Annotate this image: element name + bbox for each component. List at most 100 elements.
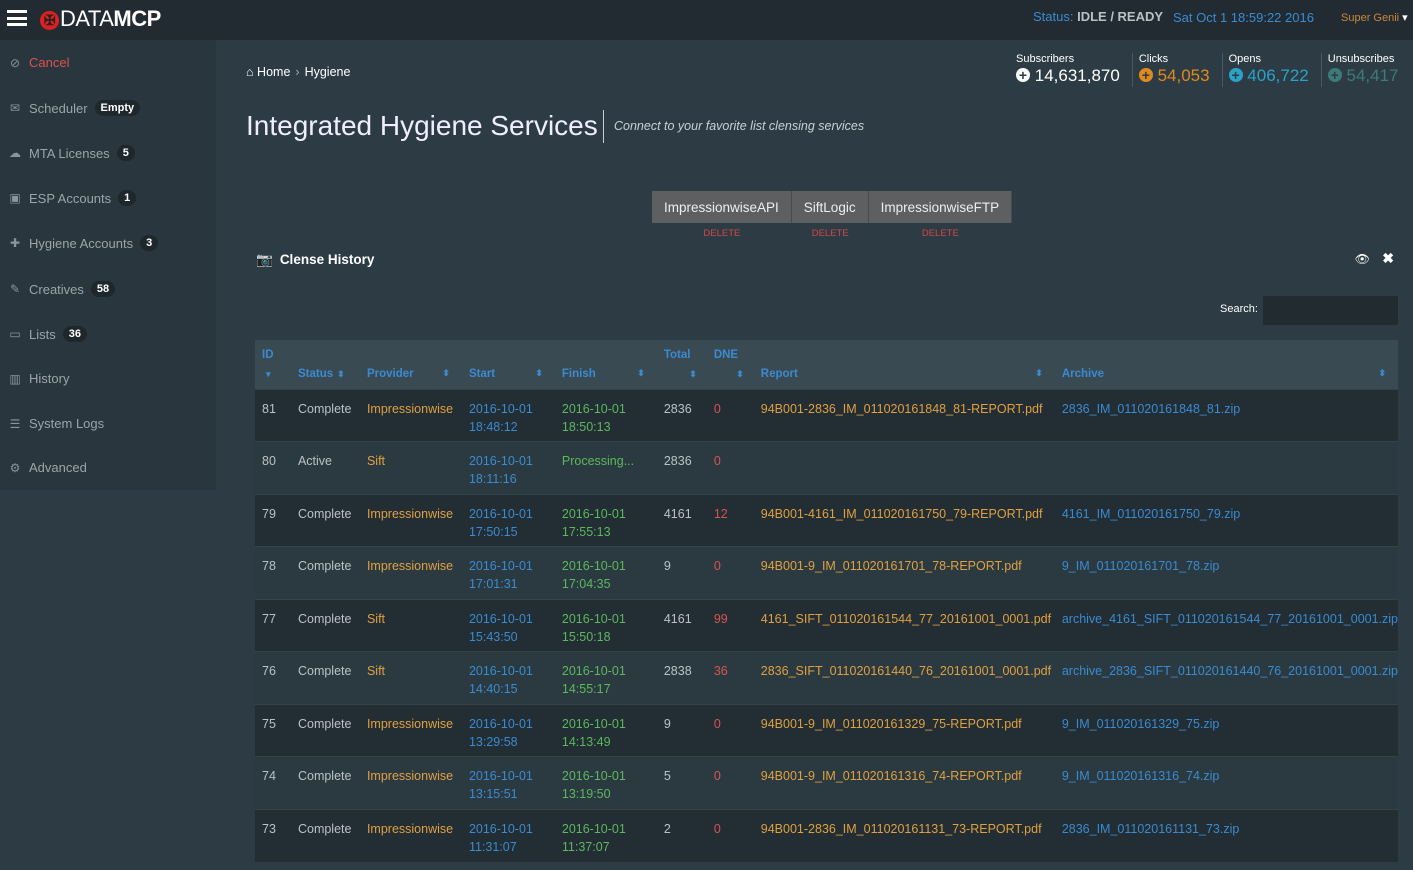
top-bar: ✠ DATAMCP Status: IDLE / READY Sat Oct 1 … [0,0,1413,40]
finish-time: 14:13:49 [561,734,611,749]
page-title: Integrated Hygiene Services [246,110,598,141]
sort-desc-icon: ▾ [266,368,271,379]
finish-time: 11:37:07 [561,839,610,854]
cell-archive[interactable]: archive_4161_SIFT_011020161544_77_201610… [1054,598,1398,652]
cell-report[interactable]: 94B001-4161_IM_011020161750_79-REPORT.pd… [753,493,1055,547]
close-icon[interactable]: ✖ [1382,250,1394,267]
cell-archive[interactable] [1054,441,1398,494]
cell-id: 75 [255,703,291,757]
cell-report[interactable] [753,441,1055,494]
panel-title-text: Clense History [279,252,375,267]
eye-icon[interactable]: 👁 [1355,252,1370,266]
count-badge: 1 [118,190,137,206]
column-header-report[interactable]: Report ⬍ [753,340,1055,389]
logo[interactable]: ✠ DATAMCP [40,6,161,32]
provider-button[interactable]: SiftLogic [791,191,869,223]
count-badge: 58 [90,281,116,297]
cell-archive[interactable]: archive_2836_SIFT_011020161440_76_201610… [1054,651,1398,704]
user-name: Super Genii [1341,12,1400,24]
sidebar-item-advanced[interactable]: ⚙ Advanced [8,460,87,475]
cell-provider: Impressionwise [359,546,462,599]
cell-archive[interactable]: 9_IM_011020161316_74.zip [1054,756,1398,809]
column-header-archive[interactable]: Archive ⬍ [1054,340,1398,389]
column-header-start[interactable]: Start ⬍ [461,340,555,389]
finish-date: 2016-10-01 [561,611,626,626]
sort-icon: ⬍ [1035,367,1043,378]
cell-total: 2836 [656,388,707,442]
search-input[interactable] [1263,296,1398,325]
provider-button[interactable]: ImpressionwiseFTP [868,191,1013,223]
cell-archive[interactable]: 2836_IM_011020161131_73.zip [1054,808,1398,862]
column-header-dne[interactable]: DNE ⬍ [706,340,754,389]
status: Status: IDLE / READY [1033,9,1163,24]
column-header-provider[interactable]: Provider ⬍ [359,340,462,389]
cell-finish: 2016-10-01 14:13:49 [554,703,657,757]
cell-archive[interactable]: 4161_IM_011020161750_79.zip [1054,493,1398,547]
cell-report[interactable]: 94B001-9_IM_011020161316_74-REPORT.pdf [753,756,1055,809]
table-row: 73 Complete Impressionwise 2016-10-01 11:… [255,808,1398,862]
sort-icon: ⬍ [689,368,697,379]
delete-link[interactable]: DELETE [812,228,849,239]
datetime: Sat Oct 1 18:59:22 2016 [1173,10,1314,25]
column-header-finish[interactable]: Finish ⬍ [554,340,657,389]
breadcrumb: ⌂ Home › Hygiene [246,65,351,79]
sort-icon: ⬍ [736,368,744,379]
table-row: 74 Complete Impressionwise 2016-10-01 13:… [255,756,1398,809]
sidebar-item-esp-accounts[interactable]: ▣ ESP Accounts 1 [8,190,137,206]
cell-report[interactable]: 94B001-2836_IM_011020161131_73-REPORT.pd… [753,808,1055,862]
start-time: 18:11:16 [468,472,517,486]
cell-archive[interactable]: 2836_IM_011020161848_81.zip [1054,388,1398,442]
logo-text-bold: MCP [113,6,161,31]
finish-time: 17:04:35 [561,577,611,591]
column-header-id[interactable]: ID ▾ [255,340,291,389]
cell-finish: 2016-10-01 15:50:18 [554,598,657,652]
provider-buttons: ImpressionwiseAPI DELETE SiftLogic DELETE Im… [652,191,1013,239]
camera-icon: 📷 [256,252,273,267]
sidebar-item-label: Hygiene Accounts [29,235,134,251]
finish-time: 17:55:13 [561,524,611,539]
sidebar-item-cancel[interactable]: ⊘ Cancel [8,55,70,70]
delete-link[interactable]: DELETE [922,228,959,239]
start-time: 14:40:15 [468,682,518,696]
column-header-total[interactable]: Total ⬍ [656,340,707,389]
cell-archive[interactable]: 9_IM_011020161701_78.zip [1054,546,1398,599]
sidebar-item-history[interactable]: ▥ History [8,371,69,386]
cell-archive[interactable]: 9_IM_011020161329_75.zip [1054,703,1398,757]
finish-time: 13:19:50 [561,787,611,801]
cell-report[interactable]: 4161_SIFT_011020161544_77_20161001_0001.… [753,598,1055,652]
cell-provider: Sift [359,651,462,704]
menu-icon[interactable] [7,10,27,26]
table-row: 79 Complete Impressionwise 2016-10-01 17:… [255,493,1398,547]
cell-id: 80 [255,441,291,494]
column-title: Start [468,367,496,380]
stat-clicks: Clicks + 54,053 [1133,53,1223,87]
bar-chart-icon: ▥ [9,371,21,386]
sidebar-item-scheduler[interactable]: ✉ Scheduler Empty [8,100,141,116]
cell-start: 2016-10-01 17:50:15 [461,493,555,547]
cell-total: 5 [656,756,707,809]
cell-report[interactable]: 94B001-2836_IM_011020161848_81-REPORT.pd… [753,388,1055,442]
sidebar-item-system-logs[interactable]: ☰ System Logs [8,416,105,431]
table-row: 80 Active Sift 2016-10-01 18:11:16 Proces… [255,441,1398,494]
count-badge: Empty [94,100,141,116]
sidebar-item-hygiene-accounts[interactable]: ✚ Hygiene Accounts 3 [8,235,159,251]
cell-report[interactable]: 2836_SIFT_011020161440_76_20161001_0001.… [753,651,1055,704]
breadcrumb-home[interactable]: Home [257,65,290,79]
stat-opens: Opens + 406,722 [1223,53,1322,87]
user-menu[interactable]: Super Genii ▾ [1341,11,1408,24]
sidebar-item-label: History [29,371,70,386]
logo-text: DATA [60,6,114,31]
sidebar-item-lists[interactable]: ▭ Lists 36 [8,326,87,342]
sort-icon: ⬍ [637,367,645,378]
provider-button[interactable]: ImpressionwiseAPI [652,191,792,223]
sidebar-item-creatives[interactable]: ✎ Creatives 58 [8,281,116,297]
cell-report[interactable]: 94B001-9_IM_011020161701_78-REPORT.pdf [753,546,1055,599]
stat-value: 14,631,870 [1034,66,1120,85]
cell-report[interactable]: 94B001-9_IM_011020161329_75-REPORT.pdf [753,703,1055,757]
delete-link[interactable]: DELETE [703,228,740,239]
cell-start: 2016-10-01 13:15:51 [461,756,555,809]
cogs-icon: ⚙ [9,460,21,475]
column-header-status[interactable]: Status ⬍ [290,340,360,389]
cell-total: 9 [656,546,707,599]
sidebar-item-mta-licenses[interactable]: ☁ MTA Licenses 5 [8,145,135,161]
